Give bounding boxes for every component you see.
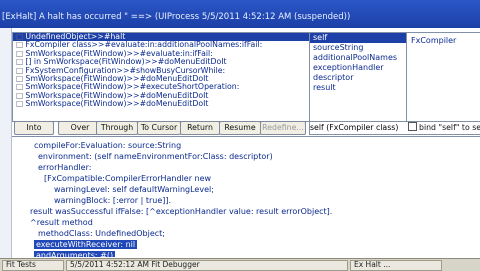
frame-marker-icon: □ (16, 82, 24, 92)
code-line: errorHandler: (38, 163, 91, 173)
selected-code-text: executeWithReceiver: nil (34, 240, 138, 249)
left-margin-strip (0, 28, 12, 258)
selected-code-text: andArguments: #() (34, 251, 116, 257)
bind-self-checkbox[interactable] (408, 122, 417, 131)
variable-item[interactable]: self (310, 33, 406, 43)
stack-frame-label: SmWorkspace(FitWindow)>>#doMenuEditDoIt (25, 99, 209, 109)
inspector-context-label: self (FxCompiler class) (310, 123, 399, 132)
variable-item[interactable]: additionalPoolNames (310, 53, 406, 63)
stack-frame-item[interactable]: □ SmWorkspace(FitWindow)>>#doMenuEditDoIt (13, 99, 309, 109)
code-text: result wasSuccessful ifFalse: [^exceptio… (30, 207, 333, 216)
redefine-button[interactable]: Redefine... (260, 121, 306, 135)
code-line: compileFor:Evaluation: source:String (34, 141, 181, 151)
taskbar-item-2-label: 5/5/2011 4:52:12 AM Fit Debugger (70, 260, 200, 269)
inspector-context-bar: self (FxCompiler class) bind "self" to s… (309, 121, 480, 135)
variables-list[interactable]: self sourceString additionalPoolNames excep… (309, 32, 407, 122)
return-button[interactable]: Return (180, 121, 220, 135)
code-line: warningBlock: [:error | true]]. (54, 196, 171, 206)
variable-item[interactable]: exceptionHandler (310, 63, 406, 73)
code-line: environment: (self nameEnvironmentFor:Cl… (38, 152, 273, 162)
through-button[interactable]: Through (96, 121, 138, 135)
call-stack-list[interactable]: □ UndefinedObject>>#halt □ FxCompiler class… (12, 32, 310, 122)
variable-item[interactable]: result (310, 83, 406, 93)
window-titlebar: [ExHalt] A halt has occurred " ==> (UIPr… (0, 0, 480, 28)
code-text: compileFor:Evaluation: source:String (34, 141, 182, 150)
window-title: [ExHalt] A halt has occurred " ==> (UIPr… (2, 12, 351, 22)
code-text: warningLevel: self defaultWarningLevel; (54, 185, 214, 194)
code-line: executeWithReceiver: nil (34, 240, 138, 250)
resume-button[interactable]: Resume (219, 121, 261, 135)
code-line: [FxCompatible:CompilerErrorHandler new (44, 174, 211, 184)
code-text: errorHandler: (38, 163, 92, 172)
taskbar-item-3-label: Ex Halt ... (354, 260, 391, 269)
variable-value-pane: FxCompiler (406, 32, 480, 122)
code-line: andArguments: #() (34, 251, 116, 257)
code-text: warningBlock: [:error | true]]. (54, 196, 172, 205)
into-button[interactable]: Into (14, 121, 54, 135)
code-text: [FxCompatible:CompilerErrorHandler new (44, 174, 212, 183)
code-line: ^result method (30, 218, 93, 228)
code-text: environment: (self nameEnvironmentFor:Cl… (38, 152, 273, 161)
code-line: result wasSuccessful ifFalse: [^exceptio… (30, 207, 332, 217)
code-text: ^result method (30, 218, 93, 227)
source-code-editor[interactable]: compileFor:Evaluation: source:String envi… (12, 136, 480, 257)
frame-marker-icon: □ (16, 57, 24, 67)
variable-item[interactable]: sourceString (310, 43, 406, 53)
frame-marker-icon: □ (16, 99, 24, 109)
bind-self-option[interactable]: bind "self" to selection (408, 122, 480, 134)
code-line: warningLevel: self defaultWarningLevel; (54, 185, 214, 195)
bind-self-label: bind "self" to selection (419, 123, 480, 132)
variable-item[interactable]: descriptor (310, 73, 406, 83)
to-cursor-button[interactable]: To Cursor (137, 121, 181, 135)
code-line: methodClass: UndefinedObject; (38, 229, 165, 239)
code-text: methodClass: UndefinedObject; (38, 229, 165, 238)
variable-value: FxCompiler (411, 36, 457, 45)
taskbar-item-1-label: Fit Tests (6, 260, 36, 269)
taskbar: Fit Tests 5/5/2011 4:52:12 AM Fit Debugg… (0, 258, 480, 271)
